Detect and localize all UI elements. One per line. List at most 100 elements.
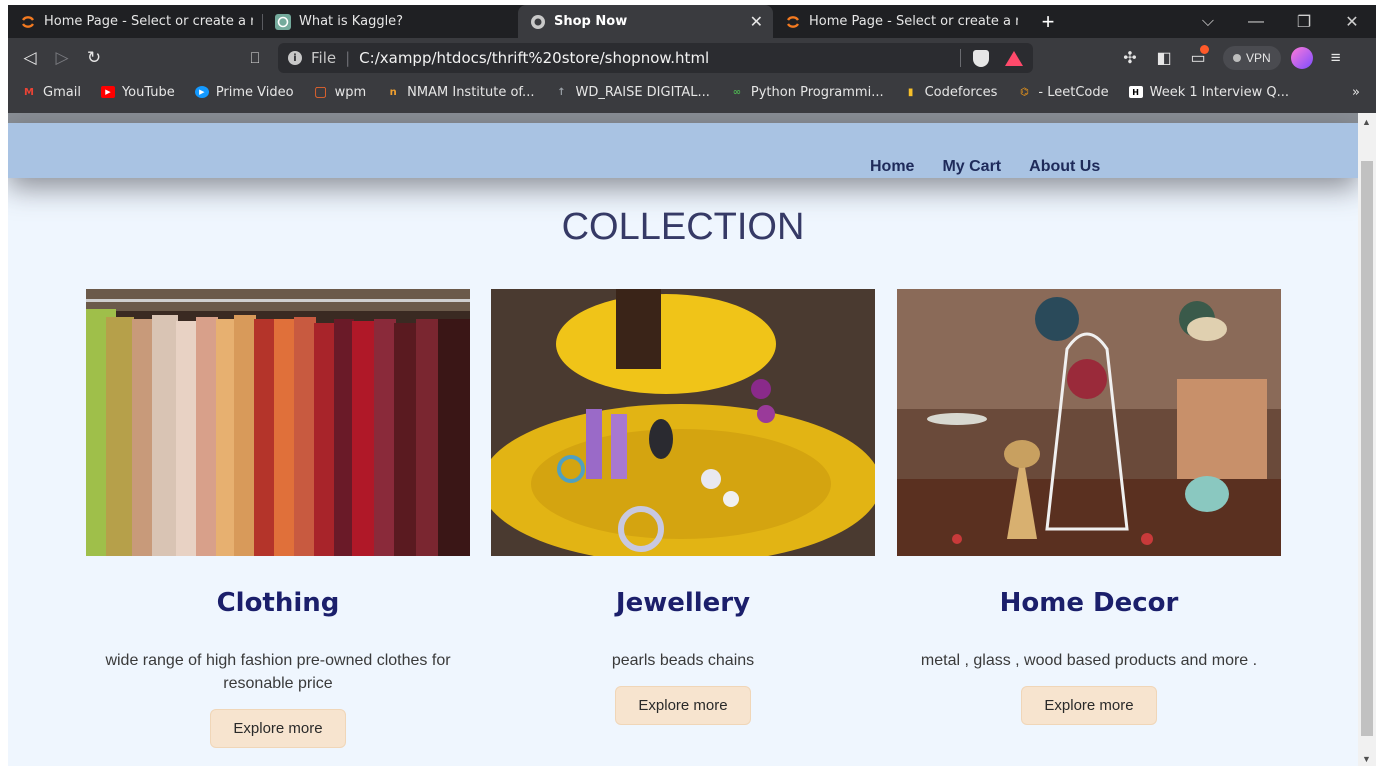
- card-title: Home Decor: [999, 588, 1179, 618]
- forward-icon[interactable]: ▷: [46, 48, 78, 68]
- bookmark-label: NMAM Institute of...: [407, 84, 535, 100]
- tab-search-dropdown-icon[interactable]: ⌵: [1184, 13, 1232, 31]
- wallet-icon[interactable]: ▭: [1181, 45, 1215, 68]
- browser-toolbar: ◁ ▷ ↻ ⎕ i File | C:/xampp/htdocs/thrift%…: [8, 38, 1376, 78]
- reload-icon[interactable]: ↻: [78, 48, 110, 68]
- codeforces-icon: ▮: [907, 86, 914, 98]
- bookmark-label: Gmail: [43, 84, 81, 100]
- site-navbar: Home My Cart About Us: [8, 123, 1358, 178]
- nav-about-link[interactable]: About Us: [1029, 158, 1100, 176]
- bookmark-python[interactable]: ∞ Python Programmi...: [730, 85, 884, 100]
- card-title: Jewellery: [615, 588, 751, 618]
- close-tab-icon[interactable]: ✕: [750, 12, 763, 31]
- page-scrollbar[interactable]: ▲ ▼: [1358, 113, 1376, 766]
- tab-home-page-1[interactable]: Home Page - Select or create a notebo: [8, 5, 263, 38]
- restore-icon[interactable]: ❐: [1280, 12, 1328, 32]
- bookmark-icon[interactable]: ⎕: [240, 50, 270, 67]
- wpm-icon: ▢: [313, 84, 328, 100]
- bookmark-leetcode[interactable]: ⌬ - LeetCode: [1017, 84, 1109, 100]
- tab-kaggle[interactable]: What is Kaggle?: [263, 5, 518, 38]
- tab-title: Shop Now: [554, 14, 628, 29]
- bookmark-gmail[interactable]: M Gmail: [22, 85, 81, 100]
- circle-logo-icon: [20, 14, 36, 30]
- collection-title: COLLECTION: [561, 206, 805, 248]
- explore-more-button[interactable]: Explore more: [615, 686, 751, 725]
- minimize-icon[interactable]: —: [1232, 13, 1280, 31]
- bookmark-label: Python Programmi...: [750, 84, 884, 100]
- clothing-rack-image: [86, 289, 470, 556]
- bookmark-label: YouTube: [121, 84, 175, 100]
- brave-shields-icon[interactable]: [973, 49, 989, 67]
- bookmark-youtube[interactable]: ▶ YouTube: [100, 84, 175, 100]
- bookmark-label: Prime Video: [215, 84, 294, 100]
- address-bar[interactable]: i File | C:/xampp/htdocs/thrift%20store/…: [278, 43, 1033, 73]
- bookmark-codeforces[interactable]: ▮ Codeforces: [904, 85, 998, 100]
- bookmark-label: WD_RAISE DIGITAL...: [575, 84, 710, 100]
- bookmark-wpm[interactable]: ▢ wpm: [313, 84, 367, 100]
- card-clothing: Clothing wide range of high fashion pre-…: [86, 289, 470, 748]
- collection-cards: Clothing wide range of high fashion pre-…: [86, 289, 1282, 759]
- tab-title: Home Page - Select or create a notebo: [809, 14, 1018, 29]
- vpn-label: VPN: [1246, 51, 1271, 65]
- site-info-icon[interactable]: i: [288, 51, 302, 65]
- vpn-button[interactable]: VPN: [1223, 46, 1281, 70]
- explore-more-button[interactable]: Explore more: [210, 709, 346, 748]
- scroll-up-icon[interactable]: ▲: [1362, 117, 1371, 127]
- card-jewellery: Jewellery pearls beads chains Explore mo…: [491, 289, 875, 725]
- gmail-icon: M: [24, 86, 34, 98]
- globe-icon: [530, 14, 546, 30]
- nav-home-link[interactable]: Home: [870, 158, 914, 176]
- youtube-icon: ▶: [100, 86, 115, 98]
- card-home-decor: Home Decor metal , glass , wood based pr…: [897, 289, 1281, 725]
- tab-home-page-2[interactable]: Home Page - Select or create a notebo: [773, 5, 1028, 38]
- explore-more-button[interactable]: Explore more: [1021, 686, 1157, 725]
- url-text[interactable]: C:/xampp/htdocs/thrift%20store/shopnow.h…: [359, 49, 948, 67]
- wd-raise-icon: ↑: [557, 86, 566, 98]
- page-viewport: Home My Cart About Us COLLECTION Clothin…: [8, 113, 1358, 766]
- back-icon[interactable]: ◁: [14, 48, 46, 68]
- vpn-status-icon: [1233, 54, 1241, 62]
- tab-title: What is Kaggle?: [299, 14, 404, 29]
- scroll-thumb[interactable]: [1361, 161, 1373, 736]
- circle-logo-icon: [785, 14, 801, 30]
- bookmark-nmam[interactable]: n NMAM Institute of...: [386, 84, 535, 100]
- leetcode-icon: ⌬: [1020, 86, 1029, 98]
- scroll-down-icon[interactable]: ▼: [1362, 754, 1371, 764]
- card-description: pearls beads chains: [611, 652, 755, 669]
- nav-cart-link[interactable]: My Cart: [942, 158, 1001, 176]
- tab-shop-now[interactable]: Shop Now ✕: [518, 5, 773, 38]
- profile-avatar[interactable]: [1290, 47, 1313, 69]
- prime-video-icon: ▶: [194, 86, 209, 98]
- card-description: metal , glass , wood based products and …: [920, 652, 1258, 669]
- bookmark-week1[interactable]: H Week 1 Interview Q...: [1128, 84, 1289, 100]
- close-window-icon[interactable]: ✕: [1328, 12, 1376, 32]
- new-tab-button[interactable]: +: [1028, 5, 1068, 38]
- tab-title: Home Page - Select or create a notebo: [44, 14, 253, 29]
- card-title: Clothing: [216, 588, 340, 618]
- menu-icon[interactable]: ≡: [1319, 48, 1353, 68]
- window-controls: ⌵ — ❐ ✕: [1184, 5, 1376, 38]
- url-scheme: File: [311, 49, 337, 67]
- tab-strip: Home Page - Select or create a notebo Wh…: [8, 5, 1376, 38]
- jewellery-stand-image: [491, 289, 875, 556]
- bookmark-prime-video[interactable]: ▶ Prime Video: [194, 84, 294, 100]
- site-nav-links: Home My Cart About Us: [870, 158, 1100, 176]
- sidebar-icon[interactable]: ◧: [1147, 48, 1181, 68]
- python-icon: ∞: [732, 86, 742, 98]
- extensions-icon[interactable]: ✣: [1113, 48, 1147, 68]
- more-bookmarks-icon[interactable]: »: [1352, 85, 1360, 100]
- brave-rewards-icon[interactable]: [1005, 50, 1023, 66]
- home-decor-image: [897, 289, 1281, 556]
- bookmark-label: Week 1 Interview Q...: [1149, 84, 1289, 100]
- bookmark-wd-raise[interactable]: ↑ WD_RAISE DIGITAL...: [554, 84, 710, 100]
- browser-window: Home Page - Select or create a notebo Wh…: [0, 0, 1384, 771]
- bookmark-label: wpm: [334, 84, 367, 100]
- card-description: wide range of high fashion pre-owned clo…: [105, 652, 451, 692]
- nmam-icon: n: [389, 86, 397, 98]
- chatgpt-icon: [275, 13, 291, 30]
- bookmark-label: - LeetCode: [1038, 84, 1109, 100]
- url-separator: |: [345, 49, 351, 67]
- bookmarks-bar: M Gmail ▶ YouTube ▶ Prime Video ▢ wpm n …: [8, 78, 1376, 106]
- bookmark-label: Codeforces: [924, 84, 998, 100]
- week-icon: H: [1128, 86, 1143, 98]
